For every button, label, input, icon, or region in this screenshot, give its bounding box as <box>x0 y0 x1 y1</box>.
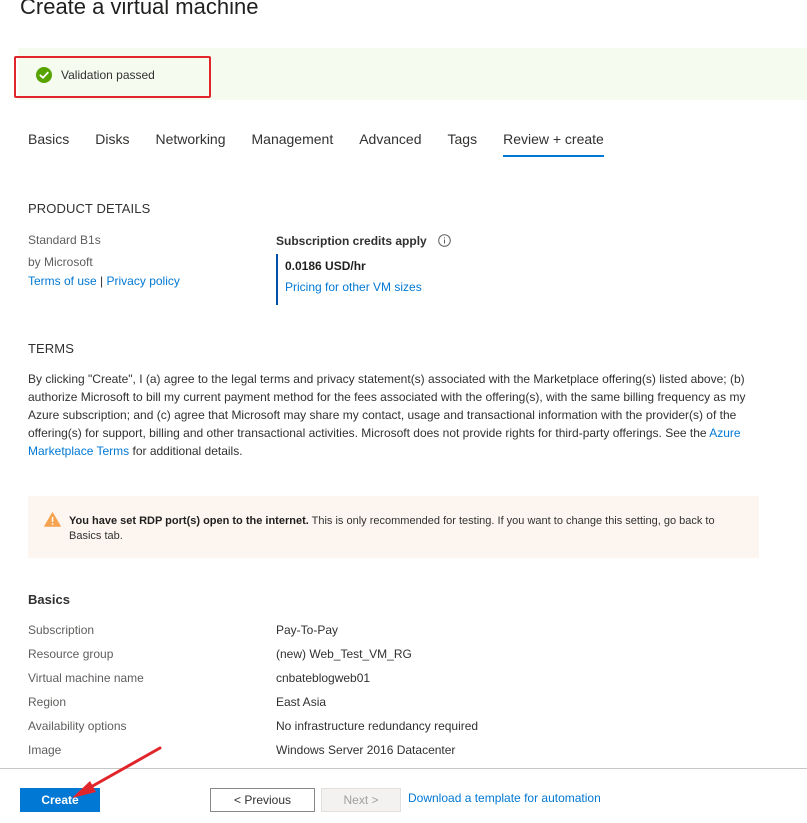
summary-label: Image <box>28 743 62 757</box>
summary-label: Virtual machine name <box>28 671 144 685</box>
summary-label: Region <box>28 695 67 709</box>
summary-label: Subscription <box>28 623 95 637</box>
create-button[interactable]: Create <box>20 788 100 812</box>
summary-value: (new) Web_Test_VM_RG <box>276 647 412 661</box>
tab-review-create[interactable]: Review + create <box>503 131 604 157</box>
pricing-other-sizes-link[interactable]: Pricing for other VM sizes <box>285 280 422 294</box>
summary-value: Windows Server 2016 Datacenter <box>276 743 456 757</box>
download-template-link[interactable]: Download a template for automation <box>408 791 601 805</box>
vm-price: 0.0186 USD/hr <box>285 259 366 273</box>
tab-management[interactable]: Management <box>252 131 334 157</box>
product-links: Terms of use | Privacy policy <box>28 274 180 288</box>
product-publisher: by Microsoft <box>28 255 93 269</box>
terms-text-before: By clicking "Create", I (a) agree to the… <box>28 372 746 440</box>
privacy-policy-link[interactable]: Privacy policy <box>107 274 180 288</box>
summary-value: East Asia <box>276 695 327 709</box>
summary-row: Resource group (new) Web_Test_VM_RG <box>28 647 728 665</box>
summary-row: Image Windows Server 2016 Datacenter <box>28 743 728 761</box>
summary-label: Resource group <box>28 647 114 661</box>
summary-label: Availability options <box>28 719 127 733</box>
product-details-heading: PRODUCT DETAILS <box>28 201 151 216</box>
tab-disks[interactable]: Disks <box>95 131 129 157</box>
rdp-warning-text: You have set RDP port(s) open to the int… <box>69 514 749 544</box>
wizard-tabs: Basics Disks Networking Management Advan… <box>28 131 630 157</box>
rdp-warning-bold: You have set RDP port(s) open to the int… <box>69 515 309 527</box>
tab-networking[interactable]: Networking <box>155 131 225 157</box>
previous-button[interactable]: < Previous <box>210 788 315 812</box>
summary-row: Region East Asia <box>28 695 728 713</box>
info-icon[interactable] <box>438 234 451 247</box>
summary-value: No infrastructure redundancy required <box>276 719 479 733</box>
summary-value: Pay-To-Pay <box>276 623 339 637</box>
summary-value: cnbateblogweb01 <box>276 671 371 685</box>
terms-heading: TERMS <box>28 341 74 356</box>
summary-row: Subscription Pay-To-Pay <box>28 623 728 641</box>
summary-row: Availability options No infrastructure r… <box>28 719 728 737</box>
check-circle-icon <box>36 67 52 83</box>
basics-summary-heading: Basics <box>28 592 70 607</box>
warning-triangle-icon <box>44 512 61 527</box>
footer-bar <box>0 769 807 823</box>
tab-tags[interactable]: Tags <box>448 131 478 157</box>
next-button[interactable]: Next > <box>321 788 401 812</box>
terms-text-after: for additional details. <box>129 444 243 458</box>
terms-of-use-link[interactable]: Terms of use <box>28 274 97 288</box>
validation-status-text: Validation passed <box>61 68 155 82</box>
product-name: Standard B1s <box>28 233 101 247</box>
price-accent-bar <box>276 254 278 305</box>
link-separator: | <box>100 274 104 288</box>
credits-label: Subscription credits apply <box>276 234 427 248</box>
tab-advanced[interactable]: Advanced <box>359 131 421 157</box>
summary-row: Virtual machine name cnbateblogweb01 <box>28 671 728 689</box>
terms-text: By clicking "Create", I (a) agree to the… <box>28 370 748 460</box>
tab-basics[interactable]: Basics <box>28 131 69 157</box>
page-title: Create a virtual machine <box>20 0 259 19</box>
